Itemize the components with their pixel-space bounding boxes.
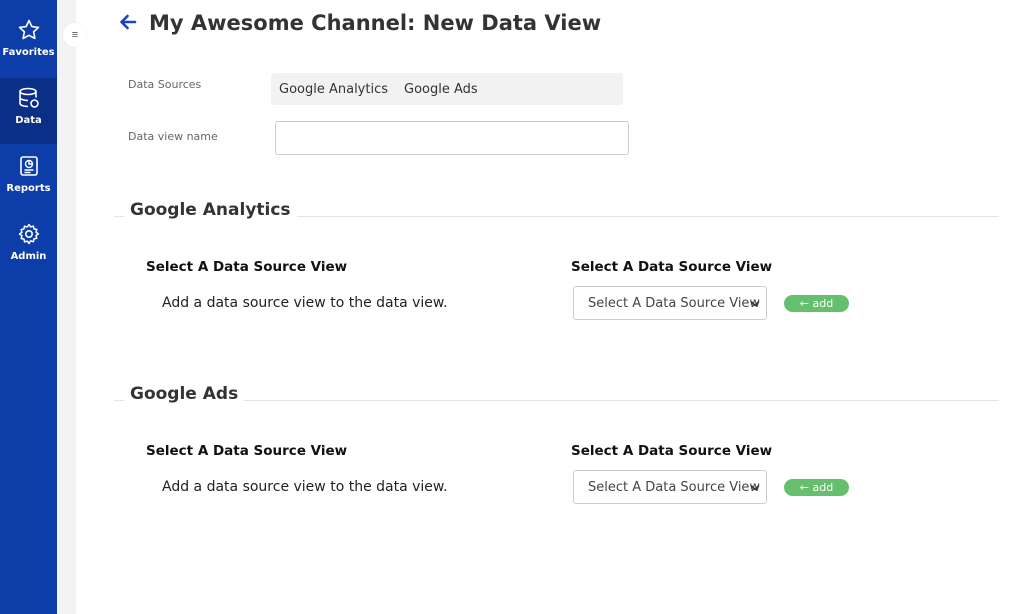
star-icon — [18, 19, 39, 40]
data-view-name-label: Data view name — [128, 130, 218, 143]
back-arrow-icon[interactable] — [118, 12, 138, 37]
sidebar-item-data[interactable]: Data — [0, 78, 57, 144]
select-value: Select A Data Source View — [588, 479, 761, 495]
empty-hint: Add a data source view to the data view. — [162, 295, 448, 311]
column-heading: Select A Data Source View — [571, 443, 773, 459]
database-icon — [18, 87, 39, 108]
sidebar-item-admin[interactable]: Admin — [0, 214, 57, 280]
sidebar: Favorites Data Reports Admin — [0, 0, 57, 614]
main-content: My Awesome Channel: New Data View Data S… — [76, 0, 1029, 614]
sidebar-item-label: Favorites — [2, 47, 55, 58]
page-title: My Awesome Channel: New Data View — [149, 11, 602, 35]
data-view-name-input[interactable] — [275, 121, 629, 155]
sidebar-item-favorites[interactable]: Favorites — [0, 10, 57, 76]
section-google-ads: Google Ads Select A Data Source View Add… — [114, 384, 999, 574]
section-title: Google Analytics — [124, 200, 297, 220]
chevron-down-icon — [750, 485, 760, 491]
empty-hint: Add a data source view to the data view. — [162, 479, 448, 495]
sidebar-rail — [57, 0, 76, 614]
sidebar-toggle-button[interactable]: ≡ — [63, 23, 87, 47]
data-sources-label: Data Sources — [128, 78, 202, 91]
select-value: Select A Data Source View — [588, 295, 761, 311]
column-heading: Select A Data Source View — [571, 259, 773, 275]
chevron-down-icon — [750, 301, 760, 307]
data-source-chip: Google Analytics — [273, 77, 395, 101]
column-heading: Select A Data Source View — [146, 259, 348, 275]
add-button[interactable]: ← add — [784, 479, 849, 496]
sidebar-item-label: Data — [15, 115, 42, 126]
sidebar-item-reports[interactable]: Reports — [0, 146, 57, 212]
data-source-view-select[interactable]: Select A Data Source View — [573, 286, 767, 320]
sidebar-item-label: Admin — [10, 251, 47, 262]
section-google-analytics: Google Analytics Select A Data Source Vi… — [114, 200, 999, 390]
data-sources-chips: Google Analytics Google Ads — [271, 73, 623, 105]
report-icon — [19, 156, 38, 176]
section-divider — [114, 400, 999, 401]
add-button[interactable]: ← add — [784, 295, 849, 312]
column-heading: Select A Data Source View — [146, 443, 348, 459]
data-source-view-select[interactable]: Select A Data Source View — [573, 470, 767, 504]
data-source-chip: Google Ads — [398, 77, 484, 101]
gear-icon — [18, 223, 39, 245]
sidebar-item-label: Reports — [6, 183, 51, 194]
section-title: Google Ads — [124, 384, 245, 404]
